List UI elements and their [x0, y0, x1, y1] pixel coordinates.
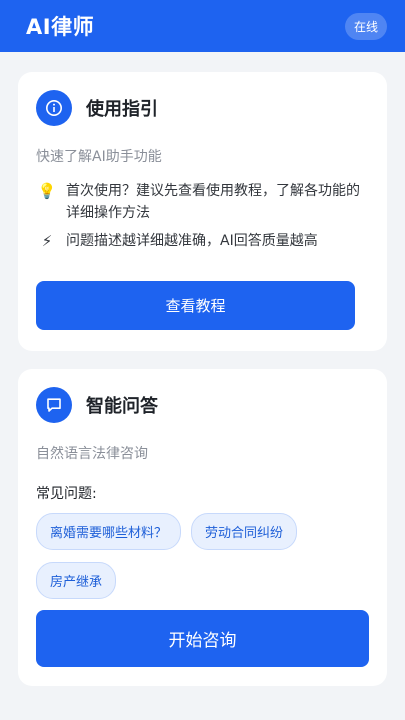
faq-chip-inheritance[interactable]: 房产继承: [36, 562, 117, 599]
faq-chips: 离婚需要哪些材料？ 劳动合同纠纷 房产继承: [36, 513, 369, 611]
tip-first-use: 💡 首次使用？建议先查看使用教程，了解各功能的详细操作方法: [36, 180, 369, 224]
faq-chip-divorce[interactable]: 离婚需要哪些材料？: [36, 513, 182, 550]
qa-card-header: 智能问答: [36, 387, 369, 423]
lightbulb-icon: 💡: [37, 182, 57, 200]
lightning-icon: ⚡: [41, 232, 53, 250]
info-icon: [36, 90, 72, 126]
tip-text: 问题描述越详细越准确，AI回答质量越高: [66, 233, 318, 249]
guide-card: 使用指引 快速了解AI助手功能 💡 首次使用？建议先查看使用教程，了解各功能的详…: [18, 72, 387, 351]
faq-chip-labor-contract[interactable]: 劳动合同纠纷: [191, 513, 298, 550]
tip-text: 首次使用？建议先查看使用教程，了解各功能的详细操作方法: [66, 183, 360, 221]
status-badge: 在线: [344, 12, 387, 40]
tips-list: 💡 首次使用？建议先查看使用教程，了解各功能的详细操作方法 ⚡ 问题描述越详细越…: [36, 180, 369, 252]
qa-card-subtitle: 自然语言法律咨询: [36, 446, 148, 462]
qa-card: 智能问答 自然语言法律咨询 常见问题: 离婚需要哪些材料？ 劳动合同纠纷 房产继…: [18, 369, 387, 686]
guide-card-header: 使用指引: [36, 90, 369, 126]
qa-card-title: 智能问答: [86, 396, 158, 417]
faq-label: 常见问题:: [36, 486, 97, 502]
view-tutorial-button[interactable]: 查看教程: [36, 281, 355, 330]
start-consult-button[interactable]: 开始咨询: [36, 610, 369, 667]
tip-detail: ⚡ 问题描述越详细越准确，AI回答质量越高: [36, 230, 369, 252]
app-header: AI律师 在线: [0, 0, 405, 52]
guide-card-title: 使用指引: [86, 99, 158, 120]
chat-bubble-icon: [36, 387, 72, 423]
guide-card-subtitle: 快速了解AI助手功能: [36, 149, 162, 165]
app-title: AI律师: [26, 15, 95, 39]
